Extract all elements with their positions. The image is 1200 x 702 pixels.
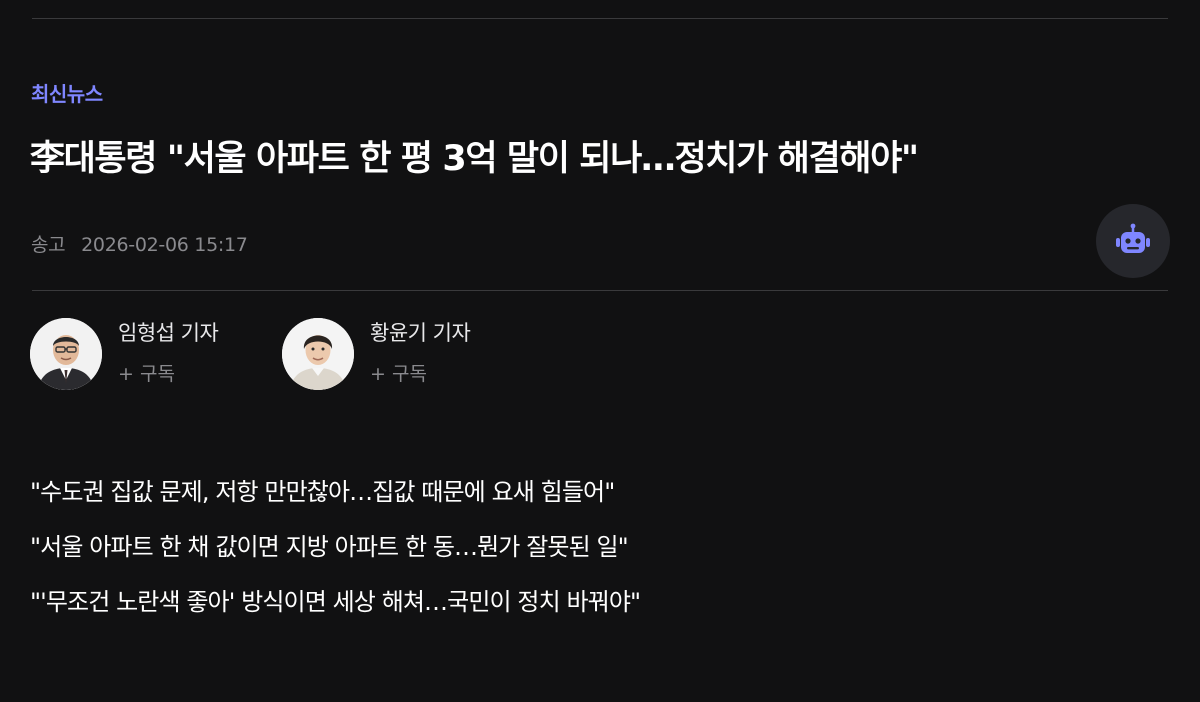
avatar-photo-2 <box>282 318 354 390</box>
published-date: 2026-02-06 15:17 <box>81 234 248 256</box>
summary-line: "수도권 집값 문제, 저항 만만찮아…집값 때문에 요새 힘들어" <box>30 478 615 506</box>
summary-line: "'무조건 노란색 좋아' 방식이면 세상 해쳐…국민이 정치 바꿔야" <box>30 588 641 616</box>
ai-bot-button[interactable] <box>1096 204 1170 278</box>
subscribe-button[interactable]: + 구독 <box>118 359 218 386</box>
robot-icon <box>1116 223 1150 253</box>
summary-line: "서울 아파트 한 채 값이면 지방 아파트 한 동…뭔가 잘못된 일" <box>30 533 629 561</box>
article-headline: 李대통령 "서울 아파트 한 평 3억 말이 되나…정치가 해결해야" <box>30 139 919 179</box>
article-summary: "수도권 집값 문제, 저항 만만찮아…집값 때문에 요새 힘들어" "서울 아… <box>30 472 641 637</box>
avatar-photo-1 <box>30 318 102 390</box>
reporter-name[interactable]: 황윤기 기자 <box>370 317 471 347</box>
reporter-avatar[interactable] <box>282 318 354 390</box>
reporter-avatar[interactable] <box>30 318 102 390</box>
meta-divider <box>32 290 1168 291</box>
reporter-card[interactable]: 황윤기 기자 + 구독 <box>282 318 471 390</box>
reporter-card[interactable]: 임형섭 기자 + 구독 <box>30 318 219 390</box>
reporter-name[interactable]: 임형섭 기자 <box>118 317 219 347</box>
article-meta: 송고 2026-02-06 15:17 <box>31 230 248 257</box>
published-label: 송고 <box>31 234 66 256</box>
reporter-info: 임형섭 기자 + 구독 <box>118 321 219 386</box>
reporter-info: 황윤기 기자 + 구독 <box>370 321 471 386</box>
top-divider <box>32 18 1168 19</box>
section-label[interactable]: 최신뉴스 <box>31 78 103 107</box>
article-page: 최신뉴스 李대통령 "서울 아파트 한 평 3억 말이 되나…정치가 해결해야"… <box>0 0 1200 702</box>
subscribe-button[interactable]: + 구독 <box>370 359 470 386</box>
